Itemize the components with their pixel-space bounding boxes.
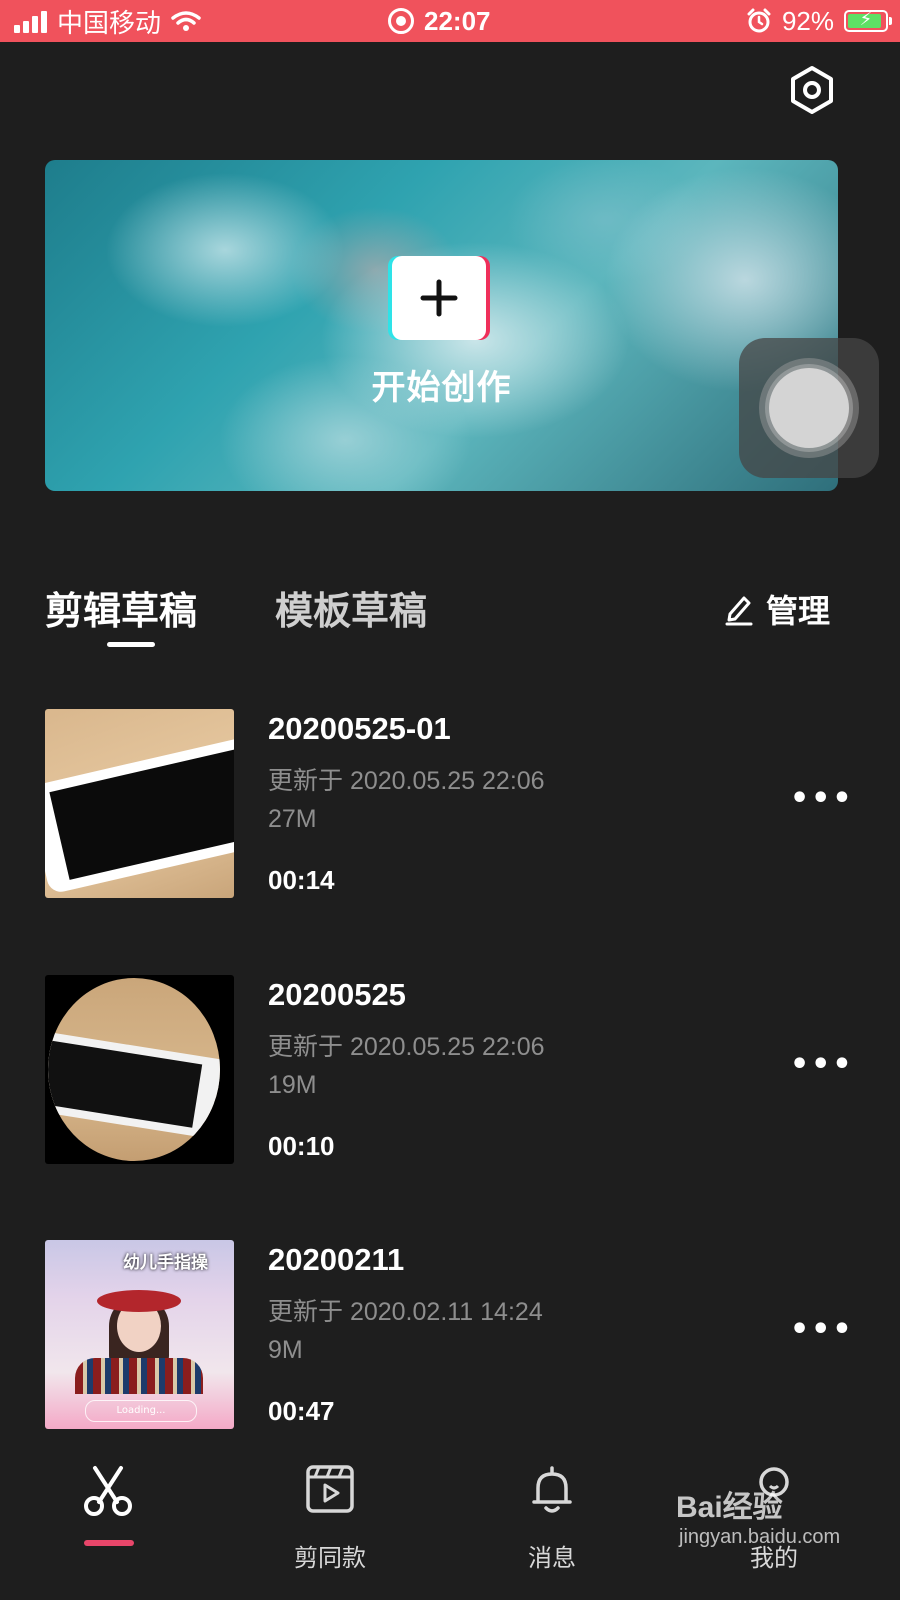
watermark-brand: Bai经验 — [676, 1491, 783, 1524]
battery-icon: ⚡ — [844, 9, 892, 32]
clapperboard-play-icon — [306, 1465, 354, 1513]
draft-thumbnail[interactable] — [45, 709, 234, 898]
new-project-button[interactable] — [392, 256, 486, 340]
draft-size: 19M — [268, 1071, 317, 1099]
draft-item[interactable]: 20200525 更新于 2020.05.25 22:06 19M 00:10 … — [0, 975, 900, 1165]
draft-duration: 00:10 — [268, 1131, 335, 1161]
pencil-icon — [725, 596, 753, 626]
tab-template-drafts[interactable]: 模板草稿 — [275, 580, 427, 635]
draft-duration: 00:47 — [268, 1396, 335, 1426]
draft-title: 20200525-01 — [268, 711, 451, 746]
draft-size: 27M — [268, 805, 317, 833]
gear-hexagon-icon[interactable] — [787, 65, 837, 115]
bell-icon — [532, 1466, 572, 1513]
more-options-button[interactable]: ••• — [790, 784, 854, 814]
draft-size: 9M — [268, 1336, 303, 1364]
draft-duration: 00:14 — [268, 865, 335, 895]
nav-item-messages[interactable]: 消息 — [492, 1440, 612, 1580]
manage-button[interactable]: 管理 — [724, 586, 830, 632]
draft-title: 20200525 — [268, 977, 406, 1012]
start-creation-banner[interactable]: 开始创作 — [45, 160, 838, 491]
thumbnail-loading-text: Loading... — [85, 1400, 197, 1422]
active-tab-indicator — [107, 642, 155, 647]
draft-item[interactable]: 幼儿手指操 Loading... 20200211 更新于 2020.02.11… — [0, 1240, 900, 1430]
wifi-icon — [171, 11, 201, 31]
more-options-button[interactable]: ••• — [790, 1315, 854, 1345]
alarm-icon — [747, 8, 771, 33]
watermark-url: jingyan.baidu.com — [679, 1526, 841, 1548]
nav-label-template: 剪同款 — [294, 1544, 366, 1572]
status-center: 22:07 — [388, 0, 491, 42]
nav-item-edit[interactable] — [48, 1440, 168, 1580]
manage-label: 管理 — [766, 592, 831, 630]
draft-updated-time: 更新于 2020.05.25 22:06 — [268, 767, 545, 795]
start-creation-label: 开始创作 — [371, 368, 512, 408]
scissors-icon — [84, 1466, 132, 1516]
draft-updated-time: 更新于 2020.02.11 14:24 — [268, 1298, 543, 1326]
status-time: 22:07 — [424, 5, 491, 36]
status-left: 中国移动 — [14, 0, 201, 42]
status-bar: 中国移动 22:07 92% ⚡ — [0, 0, 900, 42]
plus-icon — [420, 279, 458, 317]
nav-label-messages: 消息 — [528, 1544, 576, 1572]
battery-percent: 92% — [781, 5, 834, 36]
assistive-touch-button[interactable] — [739, 338, 879, 478]
nav-item-template[interactable]: 剪同款 — [270, 1440, 390, 1580]
draft-updated-time: 更新于 2020.05.25 22:06 — [268, 1033, 545, 1061]
draft-thumbnail[interactable] — [45, 975, 234, 1164]
status-right: 92% ⚡ — [746, 0, 892, 42]
carrier-name: 中国移动 — [57, 7, 162, 38]
more-options-button[interactable]: ••• — [790, 1050, 854, 1080]
thumbnail-caption: 幼儿手指操 — [123, 1253, 208, 1273]
draft-title: 20200211 — [268, 1242, 405, 1277]
tab-edit-drafts[interactable]: 剪辑草稿 — [45, 580, 197, 635]
nav-active-indicator — [84, 1540, 134, 1546]
screen-record-icon — [388, 8, 414, 34]
draft-item[interactable]: 20200525-01 更新于 2020.05.25 22:06 27M 00:… — [0, 709, 900, 899]
draft-thumbnail[interactable]: 幼儿手指操 Loading... — [45, 1240, 234, 1429]
signal-icon — [14, 9, 47, 33]
